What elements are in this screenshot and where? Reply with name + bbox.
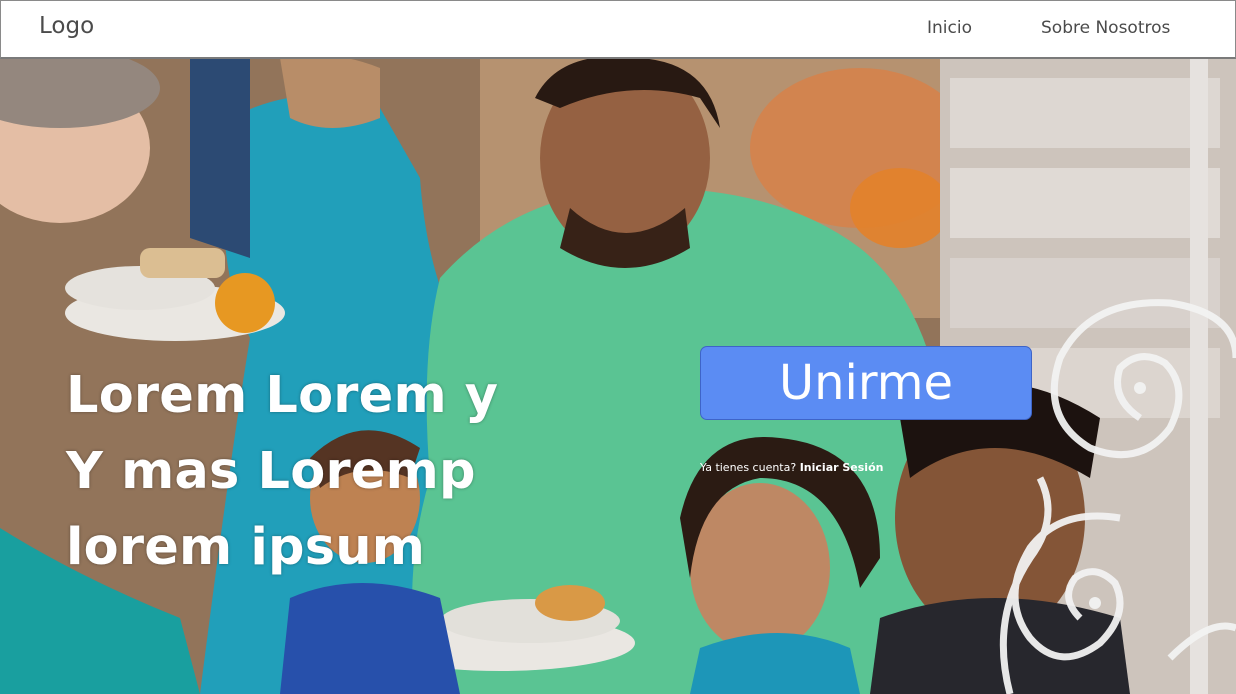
nav-link-sobre-nosotros[interactable]: Sobre Nosotros xyxy=(1041,18,1170,38)
hero-section: Lorem Lorem y Y mas Loremp lorem ipsum U… xyxy=(0,58,1236,694)
account-prompt-text: Ya tienes cuenta? xyxy=(700,461,797,474)
top-navbar: Logo Inicio Sobre Nosotros xyxy=(0,0,1236,59)
landing-page: Logo Inicio Sobre Nosotros Lorem Lorem y… xyxy=(0,0,1236,694)
join-button[interactable]: Unirme xyxy=(700,346,1032,420)
nav-link-inicio[interactable]: Inicio xyxy=(927,18,972,38)
login-link[interactable]: Iniciar Sesión xyxy=(800,461,884,474)
login-prompt: Ya tienes cuenta? Iniciar Sesión xyxy=(700,461,883,474)
hero-headline: Lorem Lorem y Y mas Loremp lorem ipsum xyxy=(66,366,499,577)
logo[interactable]: Logo xyxy=(39,13,94,39)
